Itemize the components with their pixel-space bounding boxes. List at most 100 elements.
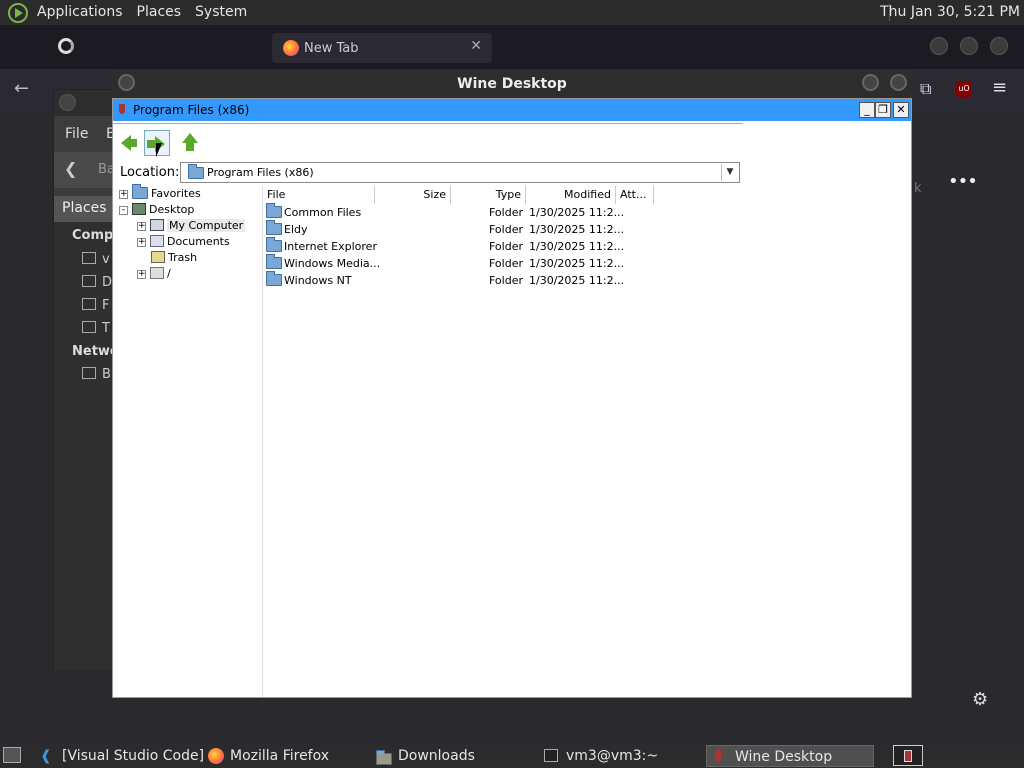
maximize-button[interactable] (960, 37, 978, 55)
applications-menu[interactable]: Applications (30, 0, 130, 25)
task-wine-desktop[interactable]: Wine Desktop (706, 745, 874, 767)
wine-glass-icon (715, 750, 721, 762)
table-row[interactable]: Windows NT Folder 1/30/2025 11:2... (263, 271, 663, 289)
system-menu[interactable]: System (188, 0, 254, 25)
wine-desktop-titlebar[interactable]: Wine Desktop (112, 70, 912, 98)
file-list: File Size Type Modified Att... Common Fi… (263, 186, 911, 697)
minimize-button[interactable] (930, 37, 948, 55)
table-row[interactable]: Windows Media... Folder 1/30/2025 11:2..… (263, 254, 663, 272)
settings-gear-icon[interactable]: ⚙ (972, 689, 988, 710)
sidebar-item-filesystem[interactable]: F (82, 298, 109, 313)
location-combobox[interactable]: Program Files (x86) ▼ (180, 162, 740, 183)
network-icon (82, 367, 96, 379)
file-type: Folder (489, 240, 523, 253)
firefox-icon (208, 748, 224, 764)
chevron-down-icon[interactable]: ▼ (721, 164, 738, 181)
minimize-button[interactable] (862, 74, 879, 91)
extensions-icon[interactable]: ⧉ (920, 79, 931, 99)
tree-node-trash[interactable]: Trash (151, 250, 197, 266)
back-arrow-icon[interactable]: ← (14, 78, 29, 99)
close-button[interactable]: ✕ (893, 102, 909, 118)
clock[interactable]: Thu Jan 30, 5:21 PM (880, 0, 1020, 25)
column-header-type[interactable]: Type (451, 186, 526, 204)
expand-icon[interactable]: + (119, 190, 128, 199)
sidebar-item-home[interactable]: v (82, 252, 110, 267)
explorer-toolbar (113, 125, 911, 159)
places-menu[interactable]: Places (130, 0, 189, 25)
sidebar-item-trash[interactable]: T (82, 321, 110, 336)
task-label: Mozilla Firefox (230, 748, 330, 764)
folder-icon (266, 271, 282, 286)
folder-icon (266, 254, 282, 269)
ublock-origin-icon[interactable]: uO (956, 81, 972, 97)
column-header-modified[interactable]: Modified (526, 186, 616, 204)
up-button[interactable] (177, 130, 203, 156)
back-button[interactable] (117, 130, 143, 156)
maximize-button[interactable] (890, 74, 907, 91)
column-header-size[interactable]: Size (375, 186, 451, 204)
folder-icon (188, 164, 204, 179)
sidebar-item-browse-network[interactable]: B (82, 367, 111, 382)
table-row[interactable]: Common Files Folder 1/30/2025 11:2... (263, 203, 663, 221)
back-arrow-icon[interactable]: ❮ (64, 159, 77, 178)
task-firefox[interactable]: Mozilla Firefox (202, 745, 362, 767)
firefox-icon (283, 40, 299, 56)
firefox-tab-bar: New Tab ✕ (0, 25, 1024, 69)
minimize-button[interactable]: _ (859, 102, 875, 118)
trash-icon (151, 251, 165, 263)
partial-text: k (914, 181, 922, 196)
close-button[interactable] (990, 37, 1008, 55)
task-vscode[interactable]: ❰ [Visual Studio Code] (34, 745, 204, 767)
hamburger-menu-icon[interactable]: ≡ (992, 77, 1007, 98)
folder-icon (376, 750, 392, 765)
task-terminal[interactable]: vm3@vm3:~ (538, 745, 698, 767)
table-row[interactable]: Eldy Folder 1/30/2025 11:2... (263, 220, 663, 238)
drive-icon (82, 298, 96, 310)
restore-button[interactable]: ❐ (875, 102, 891, 118)
up-arrow-icon (182, 133, 198, 151)
computer-icon (150, 219, 164, 231)
expand-icon[interactable]: + (137, 270, 146, 279)
window-title: Wine Desktop (457, 76, 567, 92)
task-downloads[interactable]: Downloads (370, 745, 530, 767)
file-name: Windows NT (284, 274, 352, 287)
tree-node-label: My Computer (167, 219, 246, 232)
more-options-icon[interactable]: ••• (948, 171, 978, 192)
collapse-icon[interactable]: - (119, 206, 128, 215)
tree-node-label: Documents (167, 235, 230, 248)
back-arrow-icon (121, 135, 137, 151)
mate-logo-icon[interactable] (8, 2, 28, 23)
task-label: Wine Desktop (735, 749, 833, 765)
trash-icon (82, 321, 96, 333)
file-name: Eldy (284, 223, 308, 236)
expand-icon[interactable]: + (137, 238, 146, 247)
show-desktop-icon[interactable] (3, 747, 21, 763)
window-menu-icon[interactable] (59, 94, 76, 111)
tree-node-desktop[interactable]: - Desktop (119, 202, 194, 218)
close-tab-icon[interactable]: ✕ (470, 38, 482, 54)
sidebar-item-desktop[interactable]: D (82, 275, 112, 290)
tree-node-documents[interactable]: + Documents (137, 234, 230, 250)
tab-google[interactable] (48, 35, 268, 61)
file-modified: 1/30/2025 11:2... (529, 274, 625, 287)
column-header-file[interactable]: File (263, 186, 375, 204)
file-type: Folder (489, 206, 523, 219)
vscode-icon: ❰ (40, 748, 52, 764)
file-type: Folder (489, 223, 523, 236)
file-name: Windows Media... (284, 257, 381, 270)
explorer-titlebar[interactable]: Program Files (x86) _ ❐ ✕ (113, 99, 911, 121)
tab-new-tab[interactable]: New Tab ✕ (272, 33, 492, 63)
tree-node-my-computer[interactable]: + My Computer (137, 218, 246, 234)
workspace-switcher[interactable] (893, 745, 923, 766)
expand-icon[interactable]: + (137, 222, 146, 231)
tree-node-root[interactable]: + / (137, 266, 171, 282)
column-header-attributes[interactable]: Att... (616, 186, 654, 204)
desktop-icon (132, 203, 146, 215)
table-row[interactable]: Internet Explorer Folder 1/30/2025 11:2.… (263, 237, 663, 255)
menu-file[interactable]: File (65, 126, 88, 142)
tree-node-favorites[interactable]: + Favorites (119, 184, 201, 202)
file-name: Internet Explorer (284, 240, 377, 253)
home-icon (82, 252, 96, 264)
tree-node-label: Trash (168, 251, 198, 264)
window-menu-icon[interactable] (118, 74, 135, 91)
